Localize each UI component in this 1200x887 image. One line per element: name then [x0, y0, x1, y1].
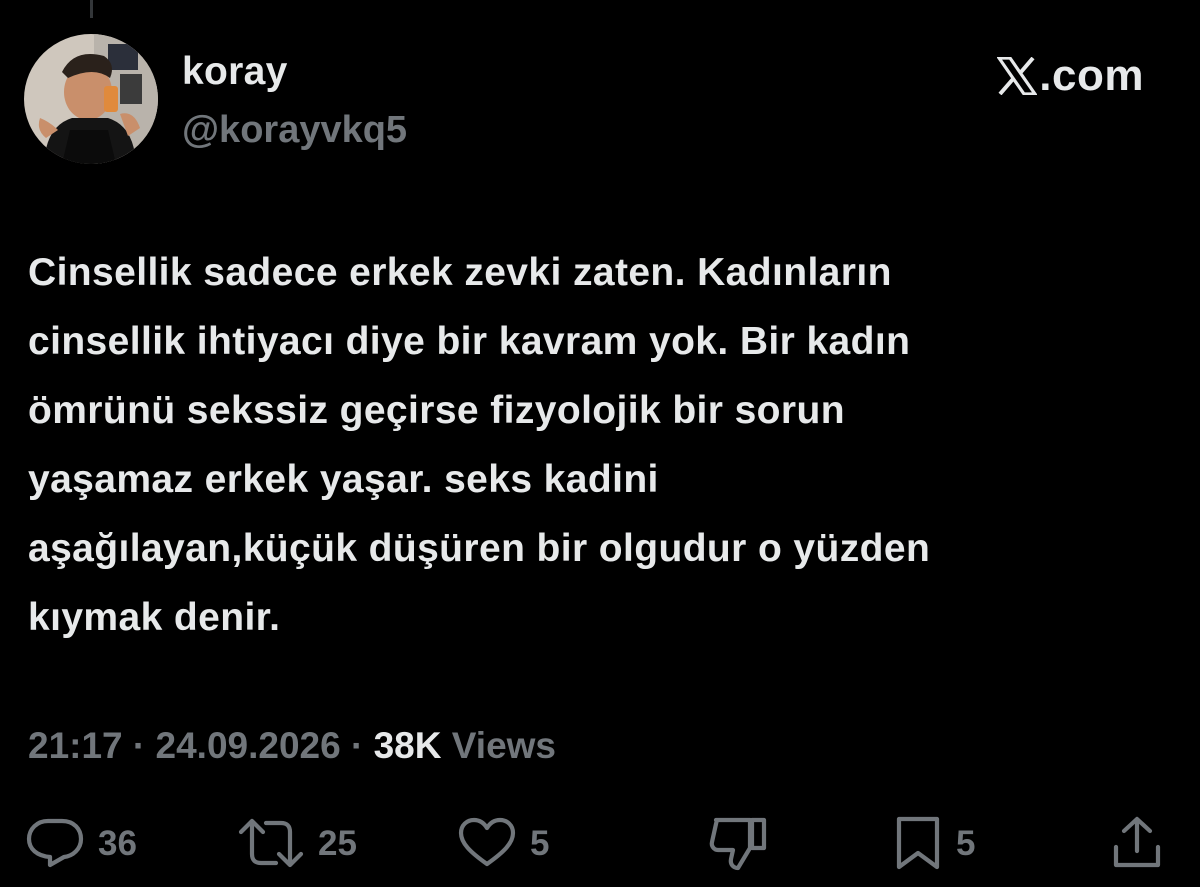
- thread-connector-line: [90, 0, 93, 18]
- heart-icon: [458, 817, 516, 867]
- views-label: Views: [451, 725, 557, 766]
- avatar-photo: [24, 34, 158, 164]
- reply-icon: [26, 818, 84, 868]
- views-count: 38K: [373, 725, 442, 766]
- meta-separator: ·: [132, 725, 146, 766]
- tweet-action-bar: 36 25 5 5: [0, 812, 1200, 874]
- watermark-domain-suffix: .com: [1039, 51, 1144, 100]
- author-handle[interactable]: @korayvkq5: [182, 111, 407, 149]
- repost-icon: [238, 818, 304, 868]
- dislike-button[interactable]: [708, 812, 768, 874]
- tweet-metadata: 21:17 · 24.09.2026 · 38K Views: [28, 724, 556, 768]
- x-com-watermark: .com: [997, 54, 1144, 98]
- reply-button[interactable]: 36: [26, 812, 137, 874]
- repost-count: 25: [318, 823, 357, 863]
- tweet-date[interactable]: 24.09.2026: [156, 725, 341, 766]
- bookmark-button[interactable]: 5: [894, 812, 975, 874]
- bookmark-icon: [896, 816, 940, 870]
- tweet-time[interactable]: 21:17: [28, 725, 123, 766]
- author-display-name[interactable]: koray: [182, 52, 288, 91]
- x-logo-icon: [997, 57, 1038, 95]
- avatar[interactable]: [24, 34, 158, 164]
- tweet-text: Cinsellik sadece erkek zevki zaten. Kadı…: [28, 251, 931, 639]
- bookmark-count: 5: [956, 823, 976, 863]
- share-icon: [1113, 816, 1161, 868]
- share-button[interactable]: [1112, 812, 1162, 874]
- meta-separator: ·: [351, 725, 364, 766]
- repost-button[interactable]: 25: [238, 812, 357, 874]
- thumbs-down-icon: [709, 817, 767, 871]
- like-count: 5: [530, 823, 550, 863]
- like-button[interactable]: 5: [458, 812, 549, 874]
- reply-count: 36: [98, 823, 137, 863]
